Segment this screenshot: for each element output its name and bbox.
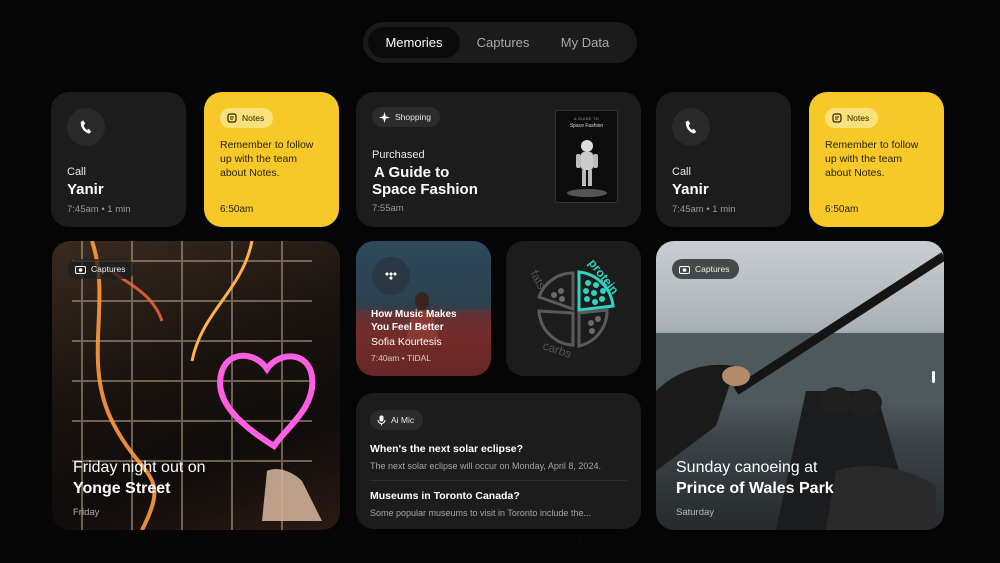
ai-mic-card[interactable]: Ai Mic When's the next solar eclipse? Th… [356,393,641,529]
camera-icon [75,265,86,274]
purchased-label: Purchased [372,149,425,161]
capture-title: Sunday canoeing at Prince of Wales Park [676,457,834,499]
call-label: Call [67,166,86,178]
notes-icon [832,113,842,123]
ai-mic-question: When's the next solar eclipse? [370,443,524,455]
call-label: Call [672,166,691,178]
captures-tag: Captures [68,259,135,279]
note-card[interactable]: Notes Remember to follow up with the tea… [809,92,944,227]
music-card[interactable]: How Music Makes You Feel Better Sofia Ko… [356,241,491,376]
book-subtitle: A GUIDE TO [574,117,599,121]
astronaut-illustration [567,140,607,197]
call-meta: 7:45am • 1 min [67,204,131,215]
product-title-line1: A Guide to [374,164,450,181]
music-meta: 7:40am • TIDAL [371,353,431,363]
notes-tag-label: Notes [242,113,265,123]
note-text: Remember to follow up with the team abou… [220,139,314,179]
captures-tag-label: Captures [91,264,126,274]
view-tabs: Memories Captures My Data [363,22,637,63]
capture-card-friday[interactable]: Captures Friday night out on Yonge Stree… [52,241,340,530]
shopping-tag: Shopping [372,107,440,127]
ai-mic-tag: Ai Mic [370,410,424,430]
music-artist: Sofia Kourtesis [371,336,442,348]
capture-date: Saturday [676,507,715,518]
tab-memories[interactable]: Memories [368,27,460,58]
note-text: Remember to follow up with the team abou… [825,139,919,179]
captures-tag: Captures [672,259,739,279]
notes-icon [227,113,237,123]
shopping-tag-label: Shopping [395,112,431,122]
capture-date: Friday [73,507,100,518]
camera-icon [679,265,690,274]
capture-title-line2: Yonge Street [73,480,171,497]
tab-my-data[interactable]: My Data [546,27,624,58]
ai-mic-question: Museums in Toronto Canada? [370,490,520,502]
notes-tag-label: Notes [847,113,870,123]
caller-name: Yanir [67,181,104,198]
caller-name: Yanir [672,181,709,198]
sparkle-icon [379,111,390,123]
book-title: Space Fashion [569,123,604,129]
note-time: 6:50am [220,204,254,215]
tidal-icon [372,257,410,295]
call-card[interactable]: Call Yanir 7:45am • 1 min [656,92,791,227]
note-time: 6:50am [825,204,859,215]
fats-label: fats [527,268,548,292]
music-title-line2: You Feel Better [371,322,444,333]
ai-mic-answer: Some popular museums to visit in Toronto… [370,508,591,518]
nutrition-card[interactable]: fats protein carbs [506,241,641,376]
ai-mic-tag-label: Ai Mic [391,415,415,425]
ai-mic-answer: The next solar eclipse will occur on Mon… [370,461,601,471]
capture-card-sunday[interactable]: Captures Sunday canoeing at Prince of Wa… [656,241,944,530]
call-card[interactable]: Call Yanir 7:45am • 1 min [51,92,186,227]
shopping-card[interactable]: Shopping Purchased A Guide to Space Fash… [356,92,641,227]
notes-tag: Notes [825,108,879,128]
macros-chart: fats protein carbs [527,256,621,361]
capture-title-line1: Sunday canoeing at [676,459,818,476]
divider [370,480,627,481]
music-title-line1: How Music Makes [371,309,457,320]
music-title: How Music Makes You Feel Better [371,308,457,334]
purchase-time: 7:55am [372,203,404,214]
phone-icon [672,108,710,146]
capture-title-line2: Prince of Wales Park [676,480,834,497]
note-card[interactable]: Notes Remember to follow up with the tea… [204,92,339,227]
tab-captures[interactable]: Captures [464,27,542,58]
product-title: A Guide to Space Fashion [372,164,478,198]
book-cover: A GUIDE TO Space Fashion [555,110,618,203]
product-title-line2: Space Fashion [372,181,478,198]
capture-title-line1: Friday night out on [73,459,206,476]
captures-tag-label: Captures [695,264,730,274]
carbs-label: carbs [541,339,573,361]
mic-icon [377,415,386,425]
notes-tag: Notes [220,108,274,128]
phone-icon [67,108,105,146]
call-meta: 7:45am • 1 min [672,204,736,215]
capture-title: Friday night out on Yonge Street [73,457,206,499]
